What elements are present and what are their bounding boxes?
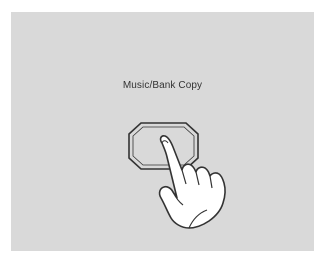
illustration (128, 122, 226, 229)
diagram-canvas: Music/Bank Copy (0, 0, 325, 261)
instruction-panel: Music/Bank Copy (11, 12, 314, 251)
